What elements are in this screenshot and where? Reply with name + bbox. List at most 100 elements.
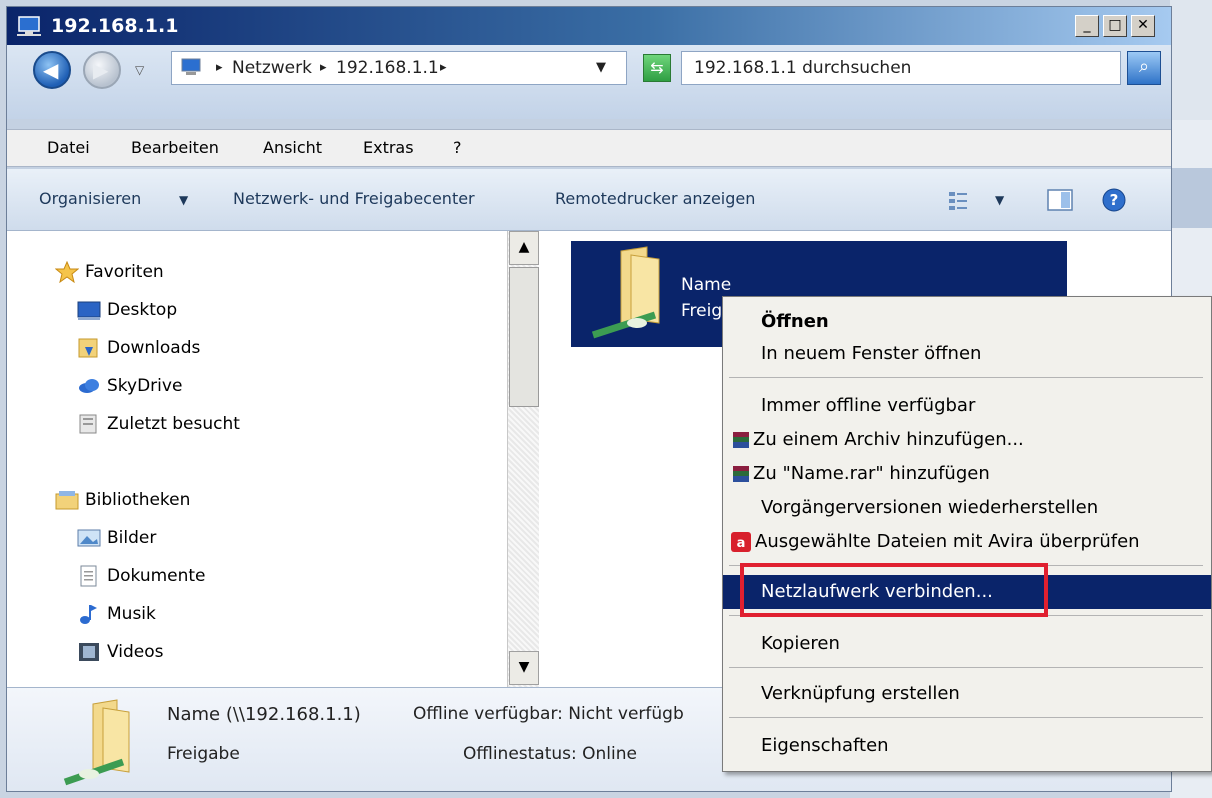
scroll-down-button[interactable]: ▼	[509, 651, 539, 685]
menu-item-open-new-window[interactable]: In neuem Fenster öffnen	[723, 337, 1211, 371]
menu-item-label: Öffnen	[761, 311, 829, 332]
chevron-down-icon[interactable]: ▼	[179, 193, 188, 207]
help-icon[interactable]: ?	[1101, 187, 1127, 213]
chevron-down-icon[interactable]: ▼	[995, 193, 1004, 207]
nav-label: Zuletzt besucht	[107, 414, 240, 434]
cloud-icon	[79, 379, 99, 393]
menu-item-label: Ausgewählte Dateien mit Avira überprüfen	[755, 531, 1140, 552]
pictures-icon	[77, 529, 101, 547]
videos-icon	[79, 643, 99, 661]
details-type: Freigabe	[167, 744, 240, 764]
nav-desktop[interactable]: Desktop	[77, 297, 377, 323]
organize-button[interactable]: Organisieren	[39, 189, 141, 208]
menu-separator	[729, 667, 1203, 668]
context-menu: Öffnen In neuem Fenster öffnen Immer off…	[722, 296, 1212, 772]
nav-label: Videos	[107, 642, 164, 662]
nav-recent[interactable]: Zuletzt besucht	[77, 411, 377, 437]
forward-button[interactable]: ▶	[83, 51, 121, 89]
network-share-folder-icon	[63, 699, 130, 786]
breadcrumb[interactable]: ▸ Netzwerk ▸ 192.168.1.1 ▸ ▼	[171, 51, 627, 85]
details-offline-status: Offlinestatus: Online	[463, 744, 637, 764]
item-name: Name	[681, 275, 732, 295]
menu-item-copy[interactable]: Kopieren	[723, 627, 1211, 661]
nav-downloads[interactable]: Downloads	[77, 335, 377, 361]
menu-item-label: Vorgängerversionen wiederherstellen	[761, 497, 1099, 518]
nav-music[interactable]: Musik	[77, 601, 377, 627]
remote-printers-button[interactable]: Remotedrucker anzeigen	[555, 189, 755, 208]
maximize-button[interactable]: □	[1103, 15, 1127, 37]
winrar-icon	[733, 432, 749, 448]
refresh-button[interactable]: ⇆	[643, 54, 671, 82]
chevron-right-icon[interactable]: ▸	[320, 52, 327, 84]
view-options-icon[interactable]	[947, 189, 969, 211]
menu-item-always-offline[interactable]: Immer offline verfügbar	[723, 389, 1211, 423]
nav-label: SkyDrive	[107, 376, 183, 396]
network-center-button[interactable]: Netzwerk- und Freigabecenter	[233, 189, 475, 208]
scroll-thumb[interactable]	[509, 267, 539, 407]
network-computer-icon	[17, 16, 41, 36]
nav-label: Musik	[107, 604, 156, 624]
close-button[interactable]: ✕	[1131, 15, 1155, 37]
nav-favorites[interactable]: Favoriten	[55, 259, 355, 285]
winrar-icon	[733, 466, 749, 482]
command-bar: Organisieren ▼ Netzwerk- und Freigabecen…	[7, 169, 1171, 231]
menu-item-add-archive[interactable]: Zu einem Archiv hinzufügen...	[723, 423, 1211, 457]
menu-item-create-shortcut[interactable]: Verknüpfung erstellen	[723, 677, 1211, 711]
nav-skydrive[interactable]: SkyDrive	[77, 373, 377, 399]
background-window-strip	[1170, 0, 1212, 120]
downloads-icon	[78, 338, 98, 358]
menu-item-label: In neuem Fenster öffnen	[761, 343, 982, 364]
search-input[interactable]: 192.168.1.1 durchsuchen	[681, 51, 1121, 85]
avira-icon: a	[731, 532, 751, 552]
title-bar: 192.168.1.1 _ □ ✕	[7, 7, 1171, 45]
arrow-right-icon: ▶	[93, 58, 109, 82]
menu-item-label: Zu einem Archiv hinzufügen...	[753, 429, 1024, 450]
music-icon	[80, 605, 97, 624]
details-name: Name (\\192.168.1.1)	[167, 704, 361, 725]
menu-help[interactable]: ?	[453, 138, 462, 157]
nav-label: Dokumente	[107, 566, 206, 586]
menu-item-add-rar[interactable]: Zu "Name.rar" hinzufügen	[723, 457, 1211, 491]
minimize-button[interactable]: _	[1075, 15, 1099, 37]
menu-bar: Datei Bearbeiten Ansicht Extras ?	[7, 129, 1171, 167]
breadcrumb-network[interactable]: Netzwerk	[232, 52, 312, 84]
chevron-down-icon[interactable]: ▼	[596, 52, 606, 84]
menu-item-open[interactable]: Öffnen	[723, 305, 1211, 339]
details-offline-available: Offline verfügbar: Nicht verfügb	[413, 704, 684, 724]
search-button[interactable]: ⌕	[1127, 51, 1161, 85]
nav-label: Bibliotheken	[85, 490, 191, 510]
breadcrumb-host[interactable]: 192.168.1.1	[336, 52, 439, 84]
nav-documents[interactable]: Dokumente	[77, 563, 377, 589]
menu-extras[interactable]: Extras	[363, 138, 414, 157]
menu-datei[interactable]: Datei	[47, 138, 90, 157]
menu-separator	[729, 377, 1203, 378]
refresh-icon: ⇆	[650, 58, 664, 77]
chevron-right-icon[interactable]: ▸	[440, 52, 447, 84]
nav-label: Desktop	[107, 300, 178, 320]
background-window-strip	[1170, 168, 1212, 228]
menu-bearbeiten[interactable]: Bearbeiten	[131, 138, 219, 157]
back-button[interactable]: ◀	[33, 51, 71, 89]
search-icon: ⌕	[1138, 56, 1150, 77]
chevron-right-icon[interactable]: ▸	[216, 52, 223, 84]
network-share-folder-icon	[591, 246, 660, 339]
nav-scrollbar[interactable]: ▲ ▼	[507, 231, 539, 687]
window-title: 192.168.1.1	[51, 15, 179, 37]
menu-item-properties[interactable]: Eigenschaften	[723, 729, 1211, 763]
nav-label: Downloads	[107, 338, 201, 358]
menu-separator	[729, 717, 1203, 718]
menu-item-restore-versions[interactable]: Vorgängerversionen wiederherstellen	[723, 491, 1211, 525]
menu-item-label: Verknüpfung erstellen	[761, 683, 960, 704]
menu-item-label: Eigenschaften	[761, 735, 889, 756]
menu-item-avira-scan[interactable]: a Ausgewählte Dateien mit Avira überprüf…	[723, 525, 1211, 559]
history-dropdown-icon[interactable]: ▽	[135, 63, 144, 77]
nav-videos[interactable]: Videos	[77, 639, 377, 665]
star-icon	[55, 261, 79, 283]
nav-pictures[interactable]: Bilder	[77, 525, 377, 551]
navigation-pane: Favoriten Desktop Downloads SkyDrive Zul…	[7, 231, 539, 687]
preview-pane-icon[interactable]	[1047, 189, 1073, 211]
scroll-up-button[interactable]: ▲	[509, 231, 539, 265]
nav-libraries[interactable]: Bibliotheken	[55, 487, 355, 513]
arrow-left-icon: ◀	[43, 58, 59, 82]
menu-ansicht[interactable]: Ansicht	[263, 138, 322, 157]
